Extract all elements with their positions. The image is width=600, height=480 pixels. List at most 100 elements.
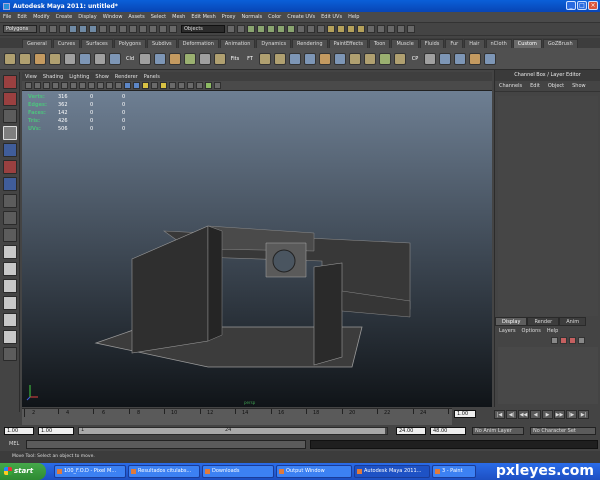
panel-menu-panels[interactable]: Panels [144,74,160,80]
wireframe-on-shaded-icon[interactable] [142,82,149,89]
mask-deformations-icon[interactable] [139,25,147,33]
x-ray-joints-icon[interactable] [187,82,194,89]
model-window-hole[interactable] [272,249,296,273]
panel-menu-show[interactable]: Show [95,74,109,80]
time-slider[interactable]: 2 4 6 8 10 12 14 16 18 20 22 24 [22,408,452,425]
shelf-tool-icon[interactable] [199,52,211,65]
shelf-tab-fur[interactable]: Fur [445,39,464,48]
shelf-tab-toon[interactable]: Toon [368,39,391,48]
taskbar-item[interactable]: 100_F.O.D - Pixel M... [54,465,126,478]
menu-edit[interactable]: Edit [17,14,27,20]
use-all-lights-icon[interactable] [160,82,167,89]
shelf-tool-icon[interactable] [154,52,166,65]
play-backwards-button[interactable]: ◀ [530,410,541,419]
shelf-tool-icon[interactable] [424,52,436,65]
scene-model[interactable] [22,91,492,407]
field-chart-icon[interactable] [97,82,104,89]
layer-tab-display[interactable]: Display [495,317,528,326]
channel-box-menu-channels[interactable]: Channels [499,83,522,89]
step-back-frame-button[interactable]: ◀◀ [518,410,529,419]
new-scene-icon[interactable] [39,25,47,33]
shelf-tool-icon[interactable] [274,52,286,65]
lock-selection-icon[interactable] [227,25,235,33]
menu-select[interactable]: Select [151,14,166,20]
shelf-tool-icon[interactable] [379,52,391,65]
shelf-tool-icon[interactable] [484,52,496,65]
layer-menu-options[interactable]: Options [522,328,541,334]
move-tool-icon[interactable] [3,126,17,140]
shelf-tab-dynamics[interactable]: Dynamics [256,39,292,48]
menu-set-selector[interactable]: Polygons [3,25,37,33]
taskbar-item[interactable]: Downloads [202,465,274,478]
shelf-tool-icon[interactable] [259,52,271,65]
output-ops-icon[interactable] [317,25,325,33]
menu-assets[interactable]: Assets [128,14,144,20]
character-set-dropdown[interactable]: No Character Set [530,427,596,435]
layer-tab-anim[interactable]: Anim [559,317,587,326]
shelf-tool-icon[interactable] [349,52,361,65]
model-left-wall[interactable] [131,225,209,354]
channel-box-body[interactable] [498,96,598,316]
shelf-tool-icon[interactable] [469,52,481,65]
bookmarks-icon[interactable] [43,82,50,89]
layer-move-up-icon[interactable] [551,337,558,344]
shelf-tab-hair[interactable]: Hair [464,39,485,48]
mask-curves-icon[interactable] [119,25,127,33]
show-manipulator-icon[interactable] [3,211,17,225]
shelf-label-cld[interactable]: Cld [124,56,136,62]
mask-surfaces-icon[interactable] [129,25,137,33]
minimize-button[interactable]: _ [566,1,576,10]
panel-menu-renderer[interactable]: Renderer [115,74,138,80]
menu-create-uvs[interactable]: Create UVs [287,14,315,20]
layer-list[interactable] [498,347,598,404]
menu-create[interactable]: Create [56,14,73,20]
snap-view-plane-icon[interactable] [277,25,285,33]
start-range-field[interactable]: 1.00 [38,427,74,435]
shelf-tool-icon[interactable] [319,52,331,65]
x-ray-icon[interactable] [178,82,185,89]
gate-mask-icon[interactable] [88,82,95,89]
shelf-label-ft[interactable]: FT [244,56,256,62]
snap-point-icon[interactable] [267,25,275,33]
go-to-end-button[interactable]: ▶| [578,410,589,419]
anim-layer-dropdown[interactable]: No Anim Layer [472,427,524,435]
camera-attributes-icon[interactable] [34,82,41,89]
menu-color[interactable]: Color [268,14,281,20]
taskbar-item[interactable]: Resultados citulabs... [128,465,200,478]
shelf-tool-icon[interactable] [304,52,316,65]
select-component-icon[interactable] [89,25,97,33]
shelf-tool-icon[interactable] [184,52,196,65]
isolate-select-icon[interactable] [196,82,203,89]
shelf-tab-muscle[interactable]: Muscle [391,39,419,48]
mask-dynamics-icon[interactable] [149,25,157,33]
panel-menu-shading[interactable]: Shading [43,74,63,80]
safe-title-icon[interactable] [115,82,122,89]
shelf-tool-icon[interactable] [439,52,451,65]
end-range-field[interactable]: 24.00 [396,427,426,435]
save-scene-icon[interactable] [59,25,67,33]
go-to-start-button[interactable]: |◀ [494,410,505,419]
new-layer-selected-icon[interactable] [569,337,576,344]
select-object-icon[interactable] [79,25,87,33]
mask-handles-icon[interactable] [99,25,107,33]
select-tool-icon[interactable] [3,75,17,89]
current-frame-field[interactable]: 1.00 [454,410,476,418]
menu-modify[interactable]: Modify [33,14,50,20]
paint-select-tool-icon[interactable] [3,109,17,123]
shelf-label-cp[interactable]: CP [409,56,421,62]
sidebar-toggle-3-icon[interactable] [397,25,405,33]
universal-manipulator-icon[interactable] [3,177,17,191]
layer-menu-layers[interactable]: Layers [499,328,516,334]
menu-normals[interactable]: Normals [241,14,262,20]
menu-help[interactable]: Help [348,14,359,20]
wireframe-icon[interactable] [124,82,131,89]
command-language-toggle[interactable]: MEL [9,441,19,447]
input-ops-icon[interactable] [307,25,315,33]
make-live-icon[interactable] [287,25,295,33]
shelf-tool-icon[interactable] [109,52,121,65]
textured-icon[interactable] [151,82,158,89]
shelf-label-fits[interactable]: Fits [229,56,241,62]
shelf-tab-curves[interactable]: Curves [52,39,81,48]
lasso-tool-icon[interactable] [3,92,17,106]
highlight-selection-icon[interactable] [237,25,245,33]
